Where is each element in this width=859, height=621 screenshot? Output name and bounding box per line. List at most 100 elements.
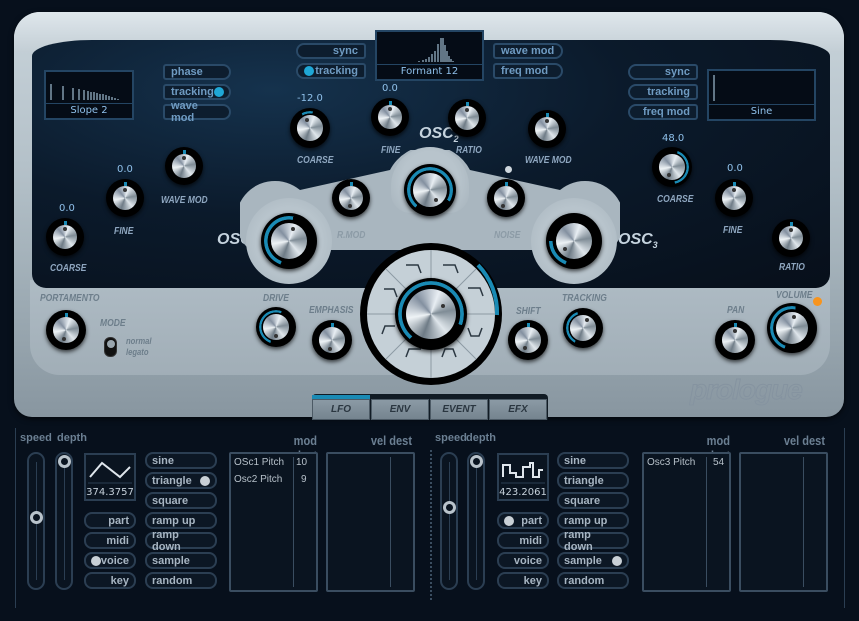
shift-knob[interactable] <box>508 320 548 360</box>
lfo1-moddest-row[interactable]: OSc1 Pitch 10 <box>234 457 307 468</box>
noise-knob[interactable] <box>487 179 525 217</box>
lfo2-wave-triangle[interactable]: triangle <box>557 472 629 489</box>
mode-option-legato[interactable]: legato <box>126 347 149 357</box>
portamento-knob[interactable] <box>46 310 86 350</box>
osc2-tracking-button[interactable]: tracking <box>296 63 366 79</box>
lfo1-speed-value: 374.3757 <box>86 487 134 498</box>
lfo1-sync-key[interactable]: key <box>84 572 136 589</box>
lfo2-depth-slider[interactable] <box>467 452 485 590</box>
osc3-ratio-knob[interactable] <box>772 219 810 257</box>
slider-thumb[interactable] <box>443 501 456 514</box>
lfo1-sync-voice[interactable]: voice <box>84 552 136 569</box>
osc1-phase-button[interactable]: phase <box>163 64 231 80</box>
osc3-fine-label: FINE <box>723 225 743 236</box>
filter-type-selector[interactable] <box>360 243 502 385</box>
knob-indicator <box>545 118 549 123</box>
lfo1-sync-part[interactable]: part <box>84 512 136 529</box>
osc2-sync-button[interactable]: sync <box>296 43 366 59</box>
osc1-wavemod-knob[interactable] <box>165 147 203 185</box>
emphasis-knob[interactable] <box>312 320 352 360</box>
lfo1-moddest-row[interactable]: Osc2 Pitch 9 <box>234 474 307 485</box>
slider-thumb[interactable] <box>30 511 43 524</box>
volume-knob[interactable] <box>767 303 817 353</box>
osc3-label: OSC3 <box>618 231 658 251</box>
osc3-level-knob[interactable] <box>546 213 602 269</box>
portamento-label: PORTAMENTO <box>40 293 100 304</box>
lfo1-wave-square[interactable]: square <box>145 492 217 509</box>
lfo2-veldest-list[interactable] <box>739 452 828 592</box>
osc2-level-knob[interactable] <box>404 164 456 216</box>
osc2-ratio-knob[interactable] <box>448 99 486 137</box>
osc3-waveform-display[interactable]: Sine <box>707 69 816 121</box>
osc1-coarse-knob[interactable] <box>46 218 84 256</box>
osc1-tracking-button[interactable]: tracking <box>163 84 231 100</box>
pan-knob[interactable] <box>715 320 755 360</box>
lfo2-wave-random[interactable]: random <box>557 572 629 589</box>
active-indicator-icon <box>200 475 210 486</box>
osc2-wavemod-button[interactable]: wave mod <box>493 43 563 59</box>
pan-label: PAN <box>727 305 745 316</box>
lfo2-wave-sine[interactable]: sine <box>557 452 629 469</box>
mode-toggle[interactable] <box>104 337 117 357</box>
tab-env[interactable]: ENV <box>371 399 429 420</box>
osc2-coarse-knob[interactable] <box>290 108 330 148</box>
cutoff-knob[interactable] <box>395 278 467 350</box>
lfo1-wave-triangle[interactable]: triangle <box>145 472 217 489</box>
osc2-freqmod-button[interactable]: freq mod <box>493 63 563 79</box>
lfo1-veldest-list[interactable] <box>326 452 415 592</box>
knob-cap <box>405 288 457 340</box>
lfo2-wave-sample[interactable]: sample <box>557 552 629 569</box>
osc3-tracking-button[interactable]: tracking <box>628 84 698 100</box>
lfo1-sync-midi[interactable]: midi <box>84 532 136 549</box>
lfo2-moddest-row[interactable]: Osc3 Pitch 54 <box>647 457 724 468</box>
osc2-wavemod-knob[interactable] <box>528 110 566 148</box>
rmod-knob[interactable] <box>332 179 370 217</box>
osc2-fine-knob[interactable] <box>371 98 409 136</box>
osc1-fine-knob[interactable] <box>106 179 144 217</box>
emphasis-label: EMPHASIS <box>309 305 354 316</box>
mode-option-normal[interactable]: normal <box>126 336 152 346</box>
slider-thumb[interactable] <box>58 455 71 468</box>
knob-cap <box>570 315 596 341</box>
knob-indicator <box>562 246 567 251</box>
lfo2-sync-voice[interactable]: voice <box>497 552 549 569</box>
lfo2-speed-slider[interactable] <box>440 452 458 590</box>
osc3-waveform-graph <box>713 75 715 101</box>
knob-indicator <box>388 106 392 111</box>
tab-event[interactable]: EVENT <box>430 399 488 420</box>
osc3-coarse-knob[interactable] <box>652 147 692 187</box>
osc1-waveform-name: Slope 2 <box>46 103 132 118</box>
knob-indicator <box>274 333 278 338</box>
osc3-fine-knob[interactable] <box>715 179 753 217</box>
lfo1-speed-slider[interactable] <box>27 452 45 590</box>
osc2-coarse-value: -12.0 <box>297 93 323 104</box>
lfo1-wave-ramp-down[interactable]: ramp down <box>145 529 217 553</box>
osc1-level-knob[interactable] <box>261 213 317 269</box>
lfo2-wave-square[interactable]: square <box>557 492 629 509</box>
lfo1-wave-sample[interactable]: sample <box>145 552 217 569</box>
slider-thumb[interactable] <box>470 455 483 468</box>
lfo1-wave-sine[interactable]: sine <box>145 452 217 469</box>
slider-track <box>476 462 477 580</box>
lfo2-sync-part[interactable]: part <box>497 512 549 529</box>
tracking-label: TRACKING <box>562 293 607 304</box>
lfo2-sync-midi[interactable]: midi <box>497 532 549 549</box>
osc3-sync-button[interactable]: sync <box>628 64 698 80</box>
tab-efx[interactable]: EFX <box>489 399 547 420</box>
lfo2-wave-ramp-down[interactable]: ramp down <box>557 529 629 553</box>
drive-knob[interactable] <box>256 307 296 347</box>
osc1-wavemod-button[interactable]: wave mod <box>163 100 231 124</box>
lfo1-moddest-list[interactable]: OSc1 Pitch 10 Osc2 Pitch 9 <box>229 452 318 592</box>
lfo1-depth-slider[interactable] <box>55 452 73 590</box>
lfo2-sync-key[interactable]: key <box>497 572 549 589</box>
lfo1-wave-random[interactable]: random <box>145 572 217 589</box>
lfo2-wave-ramp-up[interactable]: ramp up <box>557 512 629 529</box>
osc3-freqmod-button[interactable]: freq mod <box>628 104 698 120</box>
tracking-knob[interactable] <box>563 308 603 348</box>
lfo1-wave-ramp-up[interactable]: ramp up <box>145 512 217 529</box>
lfo2-moddest-list[interactable]: Osc3 Pitch 54 <box>642 452 731 592</box>
osc1-waveform-display[interactable]: Slope 2 <box>44 70 134 120</box>
osc2-waveform-display[interactable]: Formant 12 <box>375 30 484 81</box>
tab-lfo[interactable]: LFO <box>312 399 370 420</box>
knob-indicator <box>433 197 438 202</box>
